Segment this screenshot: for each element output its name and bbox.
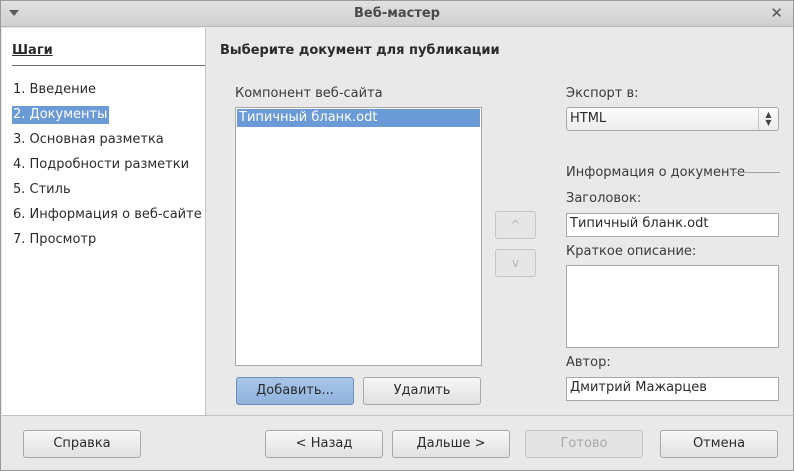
steps-panel: Шаги 1. Введение 2. Документы 3. Основна…	[2, 28, 206, 415]
add-button[interactable]: Добавить...	[236, 377, 354, 405]
list-item[interactable]: Типичный бланк.odt	[237, 109, 480, 127]
web-wizard-dialog: Веб-мастер ✕ Шаги 1. Введение 2. Докумен…	[0, 0, 794, 471]
page-title: Выберите документ для публикации	[220, 43, 500, 58]
step-preview[interactable]: 7. Просмотр	[12, 231, 98, 249]
footer-divider	[2, 415, 794, 416]
back-button[interactable]: < Назад	[265, 430, 383, 458]
step-documents[interactable]: 2. Документы	[12, 106, 110, 124]
next-button[interactable]: Дальше >	[392, 430, 510, 458]
chevron-up-icon: ^	[510, 218, 521, 232]
help-button[interactable]: Справка	[23, 430, 141, 458]
finish-button[interactable]: Готово	[525, 430, 643, 458]
cancel-button[interactable]: Отмена	[660, 430, 778, 458]
remove-button[interactable]: Удалить	[363, 377, 481, 405]
move-down-button[interactable]: v	[495, 249, 536, 277]
step-main-layout[interactable]: 3. Основная разметка	[12, 131, 166, 149]
move-up-button[interactable]: ^	[495, 211, 536, 239]
steps-divider	[12, 65, 205, 66]
documents-listbox[interactable]: Типичный бланк.odt	[235, 107, 482, 366]
step-layout-details[interactable]: 4. Подробности разметки	[12, 156, 191, 174]
spin-icon[interactable]: ▲ ▼	[758, 108, 778, 130]
title-field[interactable]: Типичный бланк.odt	[566, 213, 779, 237]
export-format-select[interactable]: HTML ▲ ▼	[566, 107, 779, 131]
author-field[interactable]: Дмитрий Мажарцев	[566, 377, 779, 401]
author-label: Автор:	[566, 355, 611, 370]
step-website-info[interactable]: 6. Информация о веб-сайте	[12, 206, 204, 224]
document-info-group-label: Информация о документе	[566, 165, 746, 180]
description-label: Краткое описание:	[566, 244, 697, 259]
export-format-value: HTML	[570, 111, 607, 126]
description-field[interactable]	[566, 265, 779, 348]
group-divider	[732, 172, 780, 173]
title-label: Заголовок:	[566, 191, 642, 206]
export-label: Экспорт в:	[566, 86, 639, 101]
close-icon[interactable]: ✕	[770, 5, 783, 21]
step-style[interactable]: 5. Стиль	[12, 181, 73, 199]
chevron-down-icon: v	[511, 256, 520, 270]
component-label: Компонент веб-сайта	[235, 86, 383, 101]
window-title: Веб-мастер	[354, 6, 440, 21]
step-introduction[interactable]: 1. Введение	[12, 81, 98, 99]
steps-title: Шаги	[12, 43, 53, 58]
title-bar: Веб-мастер ✕	[1, 1, 793, 27]
